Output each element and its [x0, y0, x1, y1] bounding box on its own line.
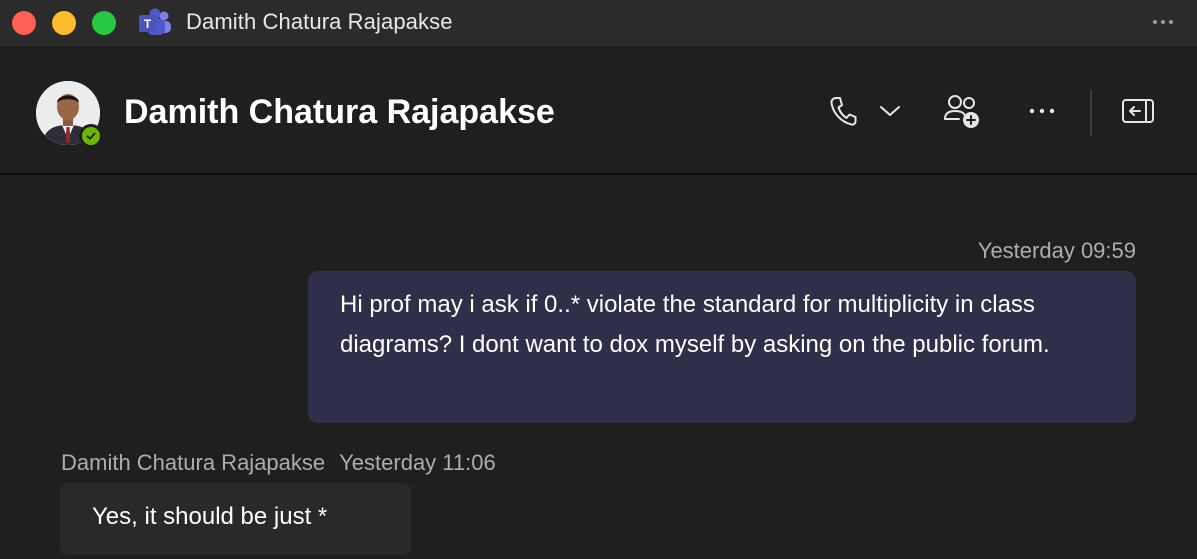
add-people-icon — [944, 95, 979, 128]
message-text: Yes, it should be just * — [92, 503, 328, 530]
close-window-button[interactable] — [12, 11, 36, 35]
contact-name: Damith Chatura Rajapakse — [124, 93, 555, 131]
teams-chat-window: T Damith Chatura Rajapakse Damith Chatur… — [0, 0, 1197, 559]
pop-out-button[interactable] — [1120, 91, 1156, 131]
minimize-window-button[interactable] — [52, 11, 76, 35]
message-timestamp: Yesterday 11:06 — [339, 450, 496, 475]
more-options-button[interactable] — [1026, 91, 1058, 131]
window-title: Damith Chatura Rajapakse — [186, 9, 453, 34]
call-options-button[interactable] — [876, 91, 904, 131]
message-meta: Damith Chatura Rajapakse Yesterday 11:06 — [61, 449, 496, 477]
chat-header: Damith Chatura Rajapakse — [0, 46, 1197, 175]
pop-out-icon — [1122, 99, 1154, 123]
phone-icon — [830, 97, 857, 126]
sent-message-bubble[interactable]: Hi prof may i ask if 0..* violate the st… — [308, 271, 1136, 423]
teams-icon: T — [138, 7, 172, 39]
message-timestamp: Yesterday 09:59 — [977, 238, 1136, 263]
message-text: Hi prof may i ask if 0..* violate the st… — [340, 291, 1050, 358]
presence-available-icon — [79, 124, 103, 148]
chevron-down-icon — [880, 106, 900, 116]
call-button[interactable] — [826, 91, 860, 131]
header-divider — [1090, 90, 1092, 136]
message-list: Yesterday 09:59 Hi prof may i ask if 0..… — [0, 175, 1197, 559]
title-bar: T Damith Chatura Rajapakse — [0, 0, 1197, 46]
maximize-window-button[interactable] — [92, 11, 116, 35]
titlebar-more-icon[interactable] — [1143, 8, 1183, 36]
add-people-button[interactable] — [942, 91, 982, 131]
more-horizontal-icon — [1029, 108, 1055, 114]
sender-name: Damith Chatura Rajapakse — [61, 450, 326, 475]
received-message-bubble[interactable]: Yes, it should be just * — [60, 483, 411, 555]
svg-text:T: T — [144, 17, 152, 31]
